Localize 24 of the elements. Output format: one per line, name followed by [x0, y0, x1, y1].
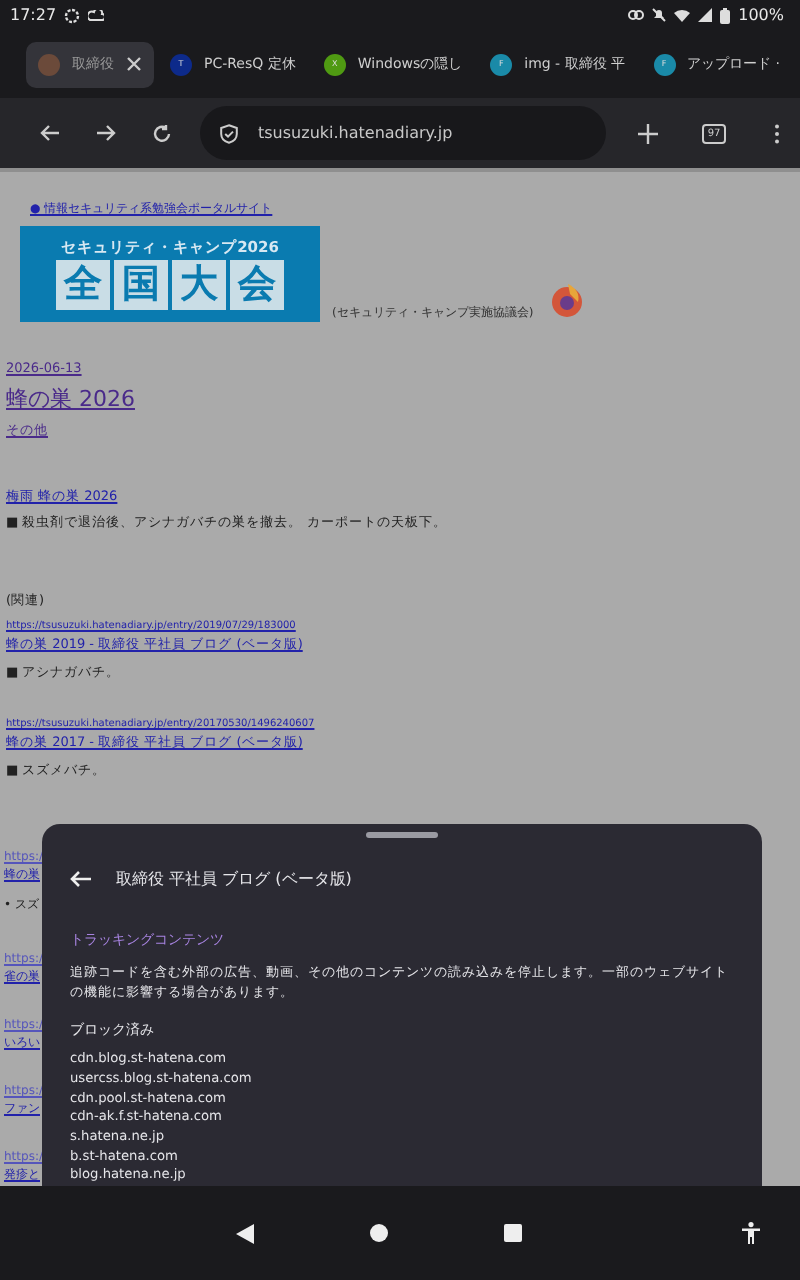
- link-icon: [628, 10, 645, 21]
- accessibility-icon[interactable]: [742, 1222, 760, 1245]
- muted-bell-icon: [652, 8, 667, 23]
- back-arrow-icon[interactable]: [40, 124, 60, 143]
- forward-arrow-icon[interactable]: [96, 124, 116, 143]
- plus-icon[interactable]: [638, 123, 658, 144]
- menu-icon[interactable]: [774, 123, 780, 144]
- avatar-icon: [38, 53, 60, 76]
- address-bar[interactable]: tsusuzuki.hatenadiary.jp: [200, 106, 606, 161]
- sheet-title: 取締役 平社員 ブログ (ベータ版): [116, 868, 352, 891]
- wifi-icon: [674, 8, 691, 23]
- close-icon[interactable]: [126, 56, 142, 73]
- battery-level: 100%: [738, 6, 784, 25]
- back-icon[interactable]: [236, 1223, 254, 1244]
- fox-logo-icon: [549, 282, 584, 319]
- entry-title-link[interactable]: 蜂の巣 2026: [6, 384, 135, 417]
- signal-icon: [698, 8, 713, 23]
- home-icon[interactable]: [370, 1224, 388, 1243]
- drag-handle[interactable]: [366, 832, 438, 839]
- clock: 17:27: [10, 6, 57, 25]
- reload-icon[interactable]: [152, 123, 172, 144]
- shield-icon: [220, 123, 238, 144]
- recents-icon[interactable]: [504, 1224, 522, 1243]
- battery-icon: [720, 7, 731, 24]
